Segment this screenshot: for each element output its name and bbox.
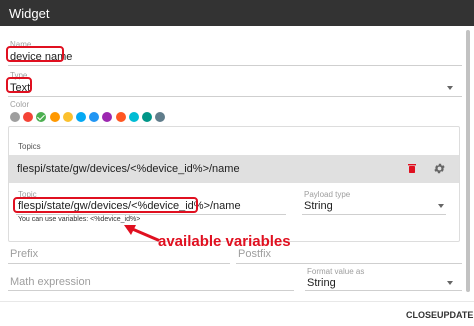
name-underline <box>8 65 462 66</box>
topic-row[interactable]: flespi/state/gw/devices/<%device_id%>/na… <box>9 155 459 183</box>
math-expression-input[interactable]: Math expression <box>10 276 91 288</box>
format-select[interactable]: String <box>307 277 336 289</box>
postfix-input[interactable]: Postfix <box>238 248 271 260</box>
color-swatch[interactable] <box>102 112 113 122</box>
dialog-footer: CLOSE UPDATE <box>0 301 474 326</box>
color-swatch[interactable] <box>155 112 166 122</box>
color-swatch[interactable] <box>23 112 34 122</box>
chevron-down-icon[interactable] <box>447 281 453 285</box>
postfix-underline <box>236 263 462 264</box>
chevron-down-icon[interactable] <box>438 204 444 208</box>
color-swatch[interactable] <box>115 112 126 122</box>
format-label: Format value as <box>307 267 365 276</box>
highlight-box-name <box>6 46 64 62</box>
gear-icon[interactable] <box>433 162 446 175</box>
type-underline <box>8 96 462 97</box>
color-swatch[interactable] <box>36 112 47 122</box>
format-underline <box>305 290 462 291</box>
color-swatch[interactable] <box>49 112 60 122</box>
color-label: Color <box>10 100 30 109</box>
payload-underline <box>302 214 446 215</box>
topics-header: Topics <box>18 142 41 151</box>
trash-icon[interactable] <box>408 164 416 173</box>
annotation-arrow-icon <box>124 225 160 242</box>
payload-label: Payload type <box>304 190 351 199</box>
topic-underline <box>16 214 286 215</box>
color-swatch[interactable] <box>142 112 152 122</box>
scrollbar[interactable] <box>466 30 470 292</box>
prefix-underline <box>8 263 230 264</box>
update-button[interactable]: UPDATE <box>437 310 473 320</box>
payload-select[interactable]: String <box>304 200 333 212</box>
widget-form: Name device name Type Text Color Topics … <box>0 0 474 301</box>
math-underline <box>8 290 294 291</box>
prefix-input[interactable]: Prefix <box>10 248 38 260</box>
topic-row-text: flespi/state/gw/devices/<%device_id%>/na… <box>17 163 240 175</box>
color-swatch[interactable] <box>76 112 86 122</box>
highlight-box-type <box>6 77 32 93</box>
color-swatch[interactable] <box>10 112 20 122</box>
color-swatch[interactable] <box>62 112 73 122</box>
topics-panel <box>8 126 460 242</box>
color-swatch[interactable] <box>128 112 139 122</box>
close-button[interactable]: CLOSE <box>406 310 437 320</box>
color-swatch[interactable] <box>89 112 100 122</box>
highlight-box-topic <box>13 197 198 213</box>
chevron-down-icon[interactable] <box>447 86 453 90</box>
